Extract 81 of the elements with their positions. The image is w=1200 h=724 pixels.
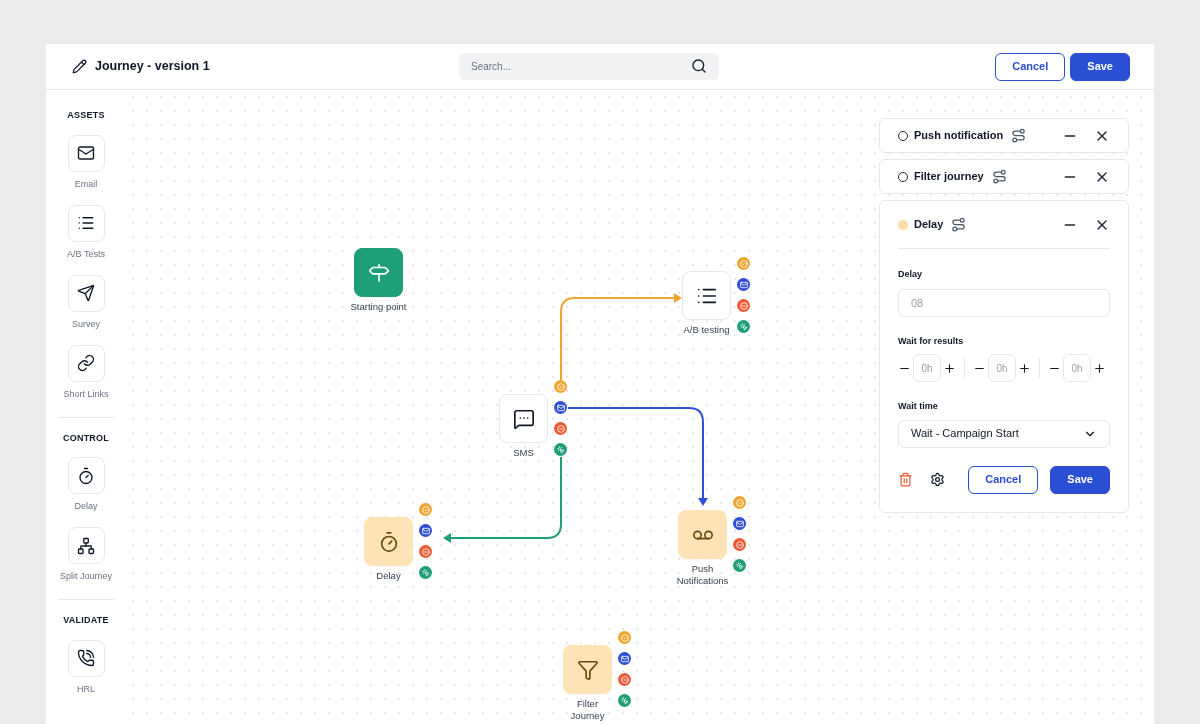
pencil-icon[interactable]: [72, 59, 87, 74]
search-icon[interactable]: [691, 58, 707, 74]
link-icon: [77, 354, 95, 372]
minus-circle-icon[interactable]: [554, 422, 567, 435]
asset-tile[interactable]: [67, 527, 105, 564]
stopwatch-icon: [77, 466, 95, 485]
minus-circle-icon[interactable]: [419, 545, 432, 558]
check-circle-icon[interactable]: [419, 503, 432, 516]
node-label: Filter Journey: [569, 698, 606, 722]
wait-time-select[interactable]: Wait - Campaign Start: [898, 419, 1110, 448]
route-icon: [1011, 128, 1027, 143]
increment-icon[interactable]: [1018, 361, 1031, 375]
card-title: Push notification: [914, 128, 1004, 144]
check-circle-icon[interactable]: [618, 631, 631, 644]
field-label: Wait for results: [898, 334, 965, 348]
asset-tile[interactable]: [67, 204, 105, 242]
pointer-click-icon[interactable]: [618, 694, 631, 707]
save-button[interactable]: Save: [1050, 465, 1110, 494]
minus-circle-icon[interactable]: [618, 673, 631, 686]
asset-label: Email: [73, 177, 99, 190]
minus-circle-icon[interactable]: [737, 299, 750, 312]
hours-input[interactable]: 0h: [913, 354, 941, 382]
phone-icon: [77, 649, 95, 667]
chat-bubble-icon: [512, 407, 535, 430]
asset-tile[interactable]: [67, 639, 105, 677]
mail-icon[interactable]: [733, 517, 746, 530]
journey-title: Journey - version 1: [95, 58, 211, 76]
route-icon: [951, 217, 967, 232]
field-label: Delay: [898, 268, 924, 281]
pointer-click-icon[interactable]: [554, 443, 567, 456]
pointer-click-icon[interactable]: [733, 559, 746, 572]
increment-icon[interactable]: [943, 361, 956, 375]
hours-input[interactable]: 0h: [1063, 354, 1091, 382]
signpost-icon: [367, 261, 390, 284]
route-icon: [991, 169, 1007, 184]
hierarchy-icon: [77, 536, 95, 555]
asset-label: Split Journey: [59, 570, 113, 582]
field-label: Wait time: [898, 400, 939, 413]
check-circle-icon[interactable]: [733, 496, 746, 509]
trash-icon[interactable]: [898, 472, 913, 487]
delay-input[interactable]: 08: [898, 288, 1110, 317]
section-heading: VALIDATE: [63, 614, 109, 627]
node-label: Starting point: [350, 301, 407, 313]
minus-circle-icon[interactable]: [733, 538, 746, 551]
mail-icon[interactable]: [737, 278, 750, 291]
pointer-click-icon[interactable]: [419, 566, 432, 579]
asset-label: A/B Tests: [66, 247, 106, 260]
asset-tile[interactable]: [67, 134, 105, 172]
check-circle-icon[interactable]: [554, 380, 567, 393]
card-title: Filter journey: [914, 169, 984, 185]
paper-plane-icon: [77, 284, 95, 302]
asset-tile[interactable]: [67, 274, 105, 312]
mail-icon[interactable]: [419, 524, 432, 537]
node-label: A/B testing: [682, 324, 731, 336]
asset-label: Short Links: [62, 387, 110, 400]
list-icon: [77, 214, 95, 232]
card-title: Delay: [914, 217, 944, 233]
cancel-button[interactable]: Cancel: [968, 465, 1039, 494]
asset-label: Delay: [73, 500, 99, 512]
asset-label: Survey: [71, 317, 101, 330]
settings-icon[interactable]: [930, 472, 945, 487]
node-label: SMS: [512, 447, 535, 459]
pointer-click-icon[interactable]: [737, 320, 750, 333]
node-tile[interactable]: [354, 248, 403, 297]
cancel-button[interactable]: Cancel: [995, 52, 1066, 81]
mail-icon: [77, 144, 95, 162]
save-button[interactable]: Save: [1070, 52, 1130, 81]
asset-tile[interactable]: [67, 344, 105, 382]
section-heading: CONTROL: [62, 431, 110, 445]
check-circle-icon[interactable]: [737, 257, 750, 270]
node-label: Push Notifications: [675, 563, 730, 587]
mail-icon[interactable]: [618, 652, 631, 665]
asset-tile[interactable]: [67, 457, 105, 494]
mail-icon[interactable]: [554, 401, 567, 414]
hours-input[interactable]: 0h: [988, 354, 1016, 382]
asset-label: HRL: [76, 682, 96, 695]
section-heading: ASSETS: [67, 109, 105, 122]
increment-icon[interactable]: [1093, 361, 1106, 375]
search-field[interactable]: Search...: [459, 53, 719, 80]
funnel-icon: [576, 658, 599, 681]
node-label: Delay: [375, 570, 402, 582]
